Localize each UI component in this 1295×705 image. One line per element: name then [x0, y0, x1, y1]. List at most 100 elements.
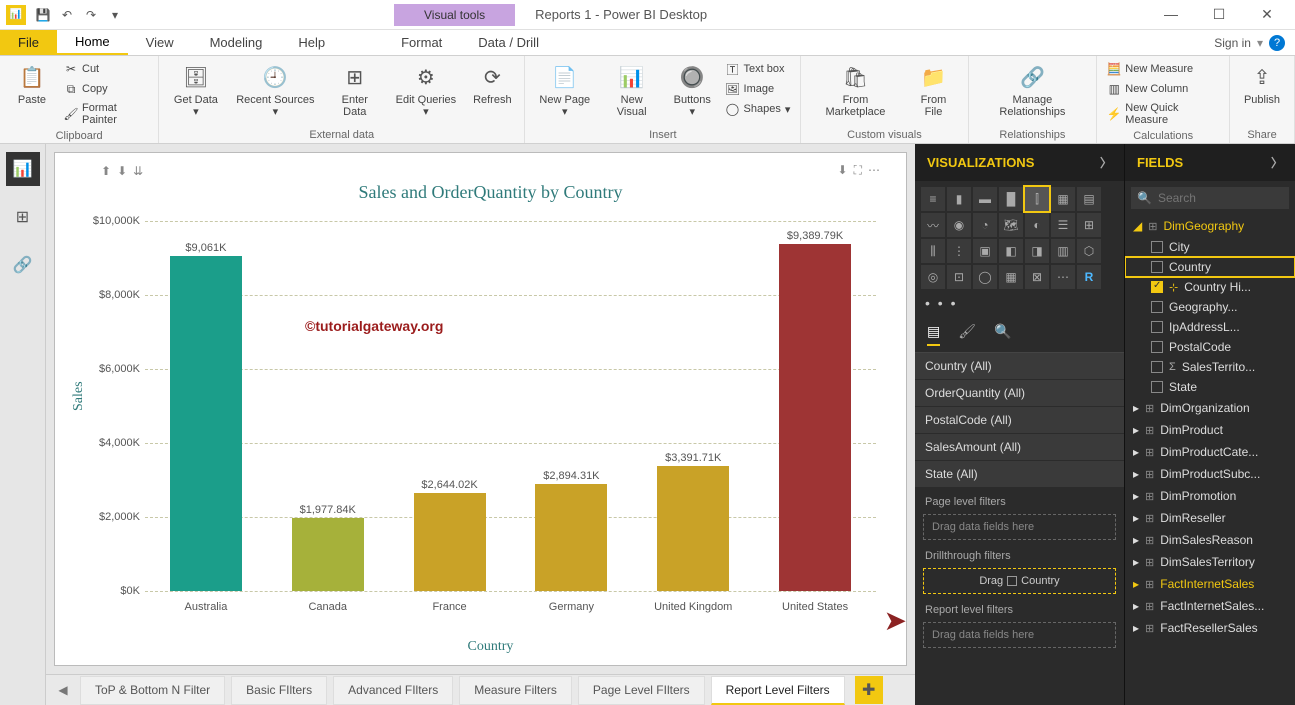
textbox-button[interactable]: 🅃Text box: [724, 60, 793, 78]
new-column-button[interactable]: ▥New Column: [1105, 80, 1221, 98]
field-checkbox[interactable]: [1151, 321, 1163, 333]
drill-down-icon[interactable]: ⬇: [117, 164, 127, 178]
field-table[interactable]: ◢⊞DimGeography: [1125, 215, 1295, 237]
help-icon[interactable]: ?: [1269, 35, 1285, 51]
filter-chip[interactable]: State (All): [915, 461, 1124, 488]
filter-chip[interactable]: PostalCode (All): [915, 407, 1124, 434]
bar-column[interactable]: $9,061KAustralia: [145, 221, 267, 591]
tab-home[interactable]: Home: [57, 30, 128, 55]
bar[interactable]: [535, 484, 607, 591]
publish-button[interactable]: ⇪Publish: [1238, 60, 1286, 108]
viz-type-icon[interactable]: ⋮: [947, 239, 971, 263]
minimize-icon[interactable]: —: [1157, 6, 1185, 23]
analytics-tab-icon[interactable]: 🔍: [994, 323, 1011, 346]
viz-type-icon[interactable]: ⬡: [1077, 239, 1101, 263]
page-tab[interactable]: ToP & Bottom N Filter: [80, 676, 225, 705]
tab-format[interactable]: Format: [383, 30, 460, 55]
field-table[interactable]: ▸⊞DimPromotion: [1125, 485, 1295, 507]
viz-type-icon[interactable]: ⊞: [1077, 213, 1101, 237]
fields-tab-icon[interactable]: ▤: [927, 323, 940, 346]
viz-type-icon[interactable]: 〰: [921, 213, 945, 237]
drillthrough-field-checkbox[interactable]: [1007, 576, 1017, 586]
bar-column[interactable]: $2,644.02KFrance: [389, 221, 511, 591]
field-table[interactable]: ▸⊞FactInternetSales...: [1125, 595, 1295, 617]
viz-type-icon[interactable]: ▣: [973, 239, 997, 263]
buttons-button[interactable]: 🔘Buttons ▾: [667, 60, 717, 120]
viz-type-icon[interactable]: ☰: [1051, 213, 1075, 237]
report-view-icon[interactable]: 📊: [6, 152, 40, 186]
search-input[interactable]: [1158, 191, 1295, 205]
signin-link[interactable]: Sign in: [1214, 36, 1251, 50]
viz-type-icon[interactable]: ⋯: [1051, 265, 1075, 289]
field-table[interactable]: ▸⊞DimReseller: [1125, 507, 1295, 529]
bar[interactable]: [779, 244, 851, 591]
filter-chip[interactable]: OrderQuantity (All): [915, 380, 1124, 407]
field-table[interactable]: ▸⊞DimProduct: [1125, 419, 1295, 441]
cut-button[interactable]: ✂Cut: [62, 60, 150, 78]
field-column[interactable]: ΣSalesTerrito...: [1125, 357, 1295, 377]
field-column[interactable]: Geography...: [1125, 297, 1295, 317]
page-tab[interactable]: Measure Filters: [459, 676, 572, 705]
drill-up-icon[interactable]: ⬆: [101, 164, 111, 178]
drill-toggle-icon[interactable]: ⬇: [838, 163, 848, 178]
field-checkbox[interactable]: [1151, 301, 1163, 313]
tab-view[interactable]: View: [128, 30, 192, 55]
field-table[interactable]: ▸⊞DimProductSubc...: [1125, 463, 1295, 485]
bar[interactable]: [292, 518, 364, 591]
viz-type-icon[interactable]: ▬: [973, 187, 997, 211]
viz-type-icon[interactable]: ▦: [999, 265, 1023, 289]
new-visual-button[interactable]: 📊New Visual: [602, 60, 661, 120]
fields-panel-header[interactable]: FIELDS〉: [1125, 144, 1295, 181]
new-page-button[interactable]: 📄New Page ▾: [533, 60, 596, 120]
viz-type-icon[interactable]: ▤: [1077, 187, 1101, 211]
viz-type-icon[interactable]: █: [999, 187, 1023, 211]
paste-button[interactable]: 📋Paste: [8, 60, 56, 108]
fields-search[interactable]: 🔍: [1131, 187, 1289, 209]
redo-icon[interactable]: ↷: [82, 6, 100, 24]
page-tab[interactable]: Page Level FIlters: [578, 676, 705, 705]
page-tab-prev-icon[interactable]: ◀: [52, 683, 74, 697]
viz-type-icon[interactable]: ◐: [1025, 213, 1049, 237]
shapes-button[interactable]: ◯Shapes ▾: [724, 100, 793, 118]
refresh-button[interactable]: ⟳Refresh: [468, 60, 516, 108]
format-tab-icon[interactable]: 🖌: [958, 323, 976, 346]
bar[interactable]: [657, 466, 729, 591]
qat-dropdown-icon[interactable]: ▾: [106, 6, 124, 24]
bar-column[interactable]: $9,389.79KUnited States: [754, 221, 876, 591]
maximize-icon[interactable]: ☐: [1205, 6, 1233, 23]
focus-mode-icon[interactable]: ⛶: [854, 163, 862, 178]
from-marketplace-button[interactable]: 🛍From Marketplace: [809, 60, 901, 120]
get-data-button[interactable]: 🗄Get Data ▾: [167, 60, 224, 120]
model-view-icon[interactable]: 🔗: [6, 248, 40, 282]
data-view-icon[interactable]: ⊞: [6, 200, 40, 234]
viz-type-icon[interactable]: ▮: [947, 187, 971, 211]
viz-type-icon[interactable]: 🗺: [999, 213, 1023, 237]
filter-chip[interactable]: Country (All): [915, 353, 1124, 380]
viz-type-icon[interactable]: ◔: [973, 213, 997, 237]
image-button[interactable]: 🖼Image: [724, 80, 793, 98]
format-painter-button[interactable]: 🖌Format Painter: [62, 100, 150, 128]
field-column[interactable]: ⊹Country Hi...: [1125, 277, 1295, 297]
chart-visual[interactable]: ⬆ ⬇ ⇊ ⬇ ⛶ ⋯ Sales and OrderQuantity by C…: [55, 153, 906, 665]
page-filters-dropzone[interactable]: Drag data fields here: [923, 514, 1116, 540]
field-checkbox[interactable]: [1151, 341, 1163, 353]
field-table[interactable]: ▸⊞DimProductCate...: [1125, 441, 1295, 463]
field-table[interactable]: ▸⊞FactResellerSales: [1125, 617, 1295, 639]
viz-type-icon[interactable]: ◉: [947, 213, 971, 237]
add-page-button[interactable]: ✚: [855, 676, 883, 704]
field-column[interactable]: City: [1125, 237, 1295, 257]
field-checkbox[interactable]: [1151, 281, 1163, 293]
viz-type-icon[interactable]: ◧: [999, 239, 1023, 263]
viz-type-icon[interactable]: ◨: [1025, 239, 1049, 263]
tab-help[interactable]: Help: [280, 30, 343, 55]
report-canvas[interactable]: ⬆ ⬇ ⇊ ⬇ ⛶ ⋯ Sales and OrderQuantity by C…: [54, 152, 907, 666]
page-tab[interactable]: Advanced FIlters: [333, 676, 453, 705]
file-menu[interactable]: File: [0, 30, 57, 55]
field-checkbox[interactable]: [1151, 241, 1163, 253]
page-tab[interactable]: Basic FIlters: [231, 676, 327, 705]
edit-queries-button[interactable]: ⚙Edit Queries ▾: [389, 60, 462, 120]
new-measure-button[interactable]: 🧮New Measure: [1105, 60, 1221, 78]
field-column[interactable]: Country: [1125, 257, 1295, 277]
close-icon[interactable]: ✕: [1253, 6, 1281, 23]
bar-column[interactable]: $3,391.71KUnited Kingdom: [632, 221, 754, 591]
